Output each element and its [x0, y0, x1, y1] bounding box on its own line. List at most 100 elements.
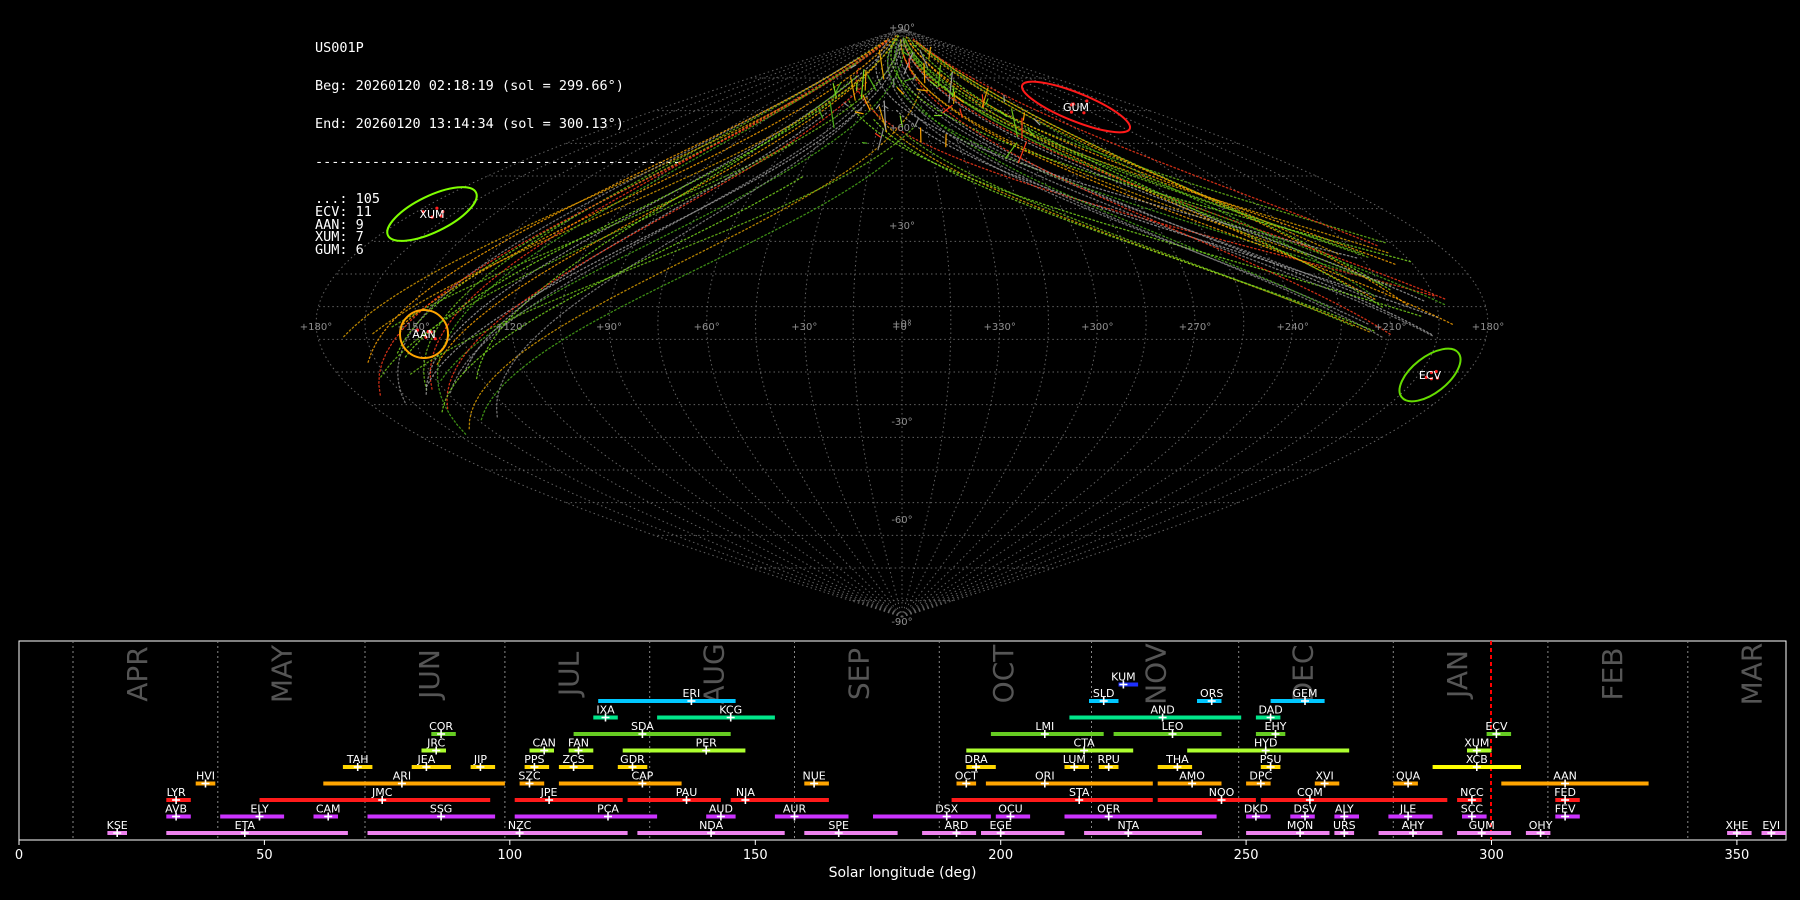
radiant-label: ECV — [1419, 369, 1442, 382]
shower-code: PER — [696, 737, 718, 750]
month-label: MAY — [266, 644, 299, 703]
meteor-trails — [343, 35, 1453, 435]
meteor-trail — [908, 58, 911, 68]
shower-code: SCC — [1461, 803, 1484, 816]
x-tick-label: 250 — [1234, 848, 1259, 863]
shower-code: ALY — [1335, 803, 1354, 816]
shower-code: PSU — [1260, 753, 1282, 766]
shower-code: DPC — [1249, 770, 1272, 783]
shower-code: PAU — [676, 786, 698, 799]
shower-code: ARI — [393, 770, 411, 783]
shower-code: LUM — [1063, 753, 1086, 766]
shower-code: HYD — [1254, 737, 1277, 750]
x-tick-label: 0 — [15, 848, 23, 863]
month-label: MAR — [1736, 643, 1769, 706]
shower-code: ETA — [235, 819, 256, 832]
shower-code: LEO — [1162, 720, 1184, 733]
meteor-trail — [896, 87, 905, 95]
shower-code: DSV — [1294, 803, 1317, 816]
shower-code: QUA — [1396, 770, 1421, 783]
shower-code: SSG — [430, 803, 453, 816]
sky-map: +180° +150° +120° +90° +60° +30° +0° +330° +300°… — [300, 23, 1504, 628]
meteor-trail — [875, 103, 881, 110]
radiant-label: XUM — [419, 208, 444, 221]
shower-code: GEM — [1293, 687, 1318, 700]
shower-code: LMI — [1035, 720, 1054, 733]
shower-code: DKD — [1244, 803, 1268, 816]
shower-code: PCA — [597, 803, 619, 816]
shower-code: NCC — [1460, 786, 1484, 799]
shower-code: AHY — [1402, 819, 1425, 832]
shower-timeline: APR MAY JUN JUL AUG SEP OCT NOV DEC JAN FEB MARKUME… — [15, 640, 1787, 881]
shower-code: JPE — [540, 786, 558, 799]
shower-code: NZC — [508, 819, 532, 832]
month-label: APR — [121, 646, 154, 702]
shower-code: NDA — [699, 819, 724, 832]
meteor-trail — [847, 99, 1422, 317]
meteor-trail — [900, 37, 1308, 256]
lon-label: +30° — [791, 322, 817, 333]
shower-code: ELY — [250, 803, 269, 816]
shower-code: JIP — [473, 753, 487, 766]
shower-code: ARD — [945, 819, 969, 832]
x-tick-label: 300 — [1479, 848, 1504, 863]
lat-label: +30° — [889, 221, 915, 232]
meteor-trail — [367, 38, 889, 363]
map-labels: +180° +150° +120° +90° +60° +30° +0° +330° +300°… — [300, 23, 1504, 628]
meteor-trail — [907, 46, 1382, 286]
x-axis: 0 50 100 150 200 250 300 350 Solar longitude (de… — [15, 840, 1749, 881]
meteor-trail — [893, 35, 1331, 309]
meteor-trail — [861, 142, 868, 144]
shower-code: FAN — [568, 737, 589, 750]
meteor-trail — [446, 81, 868, 410]
meteor-trail — [901, 36, 1425, 302]
shower-code: THA — [1165, 753, 1189, 766]
shower-code: XCB — [1466, 753, 1488, 766]
shower-code: AND — [1150, 704, 1174, 717]
lat-label: +0° — [892, 319, 912, 330]
shower-code: NUE — [802, 770, 825, 783]
shower-code: URS — [1333, 819, 1356, 832]
shower-code: GUM — [1469, 819, 1495, 832]
month-label: OCT — [987, 644, 1020, 704]
meteor-trail — [1010, 108, 1019, 138]
shower-code: GDR — [620, 753, 645, 766]
meteor-trail — [423, 44, 880, 391]
shower-code: DSX — [935, 803, 958, 816]
shower-code: COR — [429, 720, 453, 733]
shower-code: AUR — [783, 803, 807, 816]
shower-code: ORI — [1035, 770, 1055, 783]
shower-code: SPE — [828, 819, 849, 832]
month-label: SEP — [842, 648, 875, 700]
meteor-trail — [843, 102, 849, 107]
shower-code: KUM — [1111, 671, 1135, 684]
shower-code: EHY — [1265, 720, 1287, 733]
month-label: AUG — [698, 643, 731, 704]
meteor-trail — [860, 69, 865, 100]
shower-code: FEV — [1555, 803, 1576, 816]
shower-code: RPU — [1098, 753, 1120, 766]
meteor-trail — [907, 37, 1384, 308]
meteor-trail — [901, 49, 1391, 335]
lat-label: -30° — [891, 417, 912, 428]
shower-bars: KUM ERI SLD ORS GEM IXA KCG AND DAD COR SDA LMI LEO E… — [107, 671, 1786, 837]
x-tick-label: 150 — [743, 848, 768, 863]
month-label: NOV — [1139, 643, 1172, 705]
shower-code: CAP — [631, 770, 653, 783]
month-label: JAN — [1441, 650, 1474, 700]
shower-code: OCU — [998, 803, 1022, 816]
meteor-trail — [441, 175, 804, 413]
meteor-trail — [449, 42, 901, 394]
shower-code: OHY — [1529, 819, 1553, 832]
shower-code: AVB — [165, 803, 187, 816]
lon-label: +300° — [1081, 322, 1113, 333]
lon-label: +180° — [300, 322, 332, 333]
shower-code: JEA — [417, 753, 436, 766]
meteor-trail — [436, 62, 857, 435]
lon-label: +90° — [596, 322, 622, 333]
month-label: JUL — [553, 651, 586, 698]
meteor-trail — [378, 40, 889, 396]
meteor-trail — [875, 38, 1358, 259]
shower-code: SDA — [631, 720, 654, 733]
lon-label: +120° — [495, 322, 527, 333]
